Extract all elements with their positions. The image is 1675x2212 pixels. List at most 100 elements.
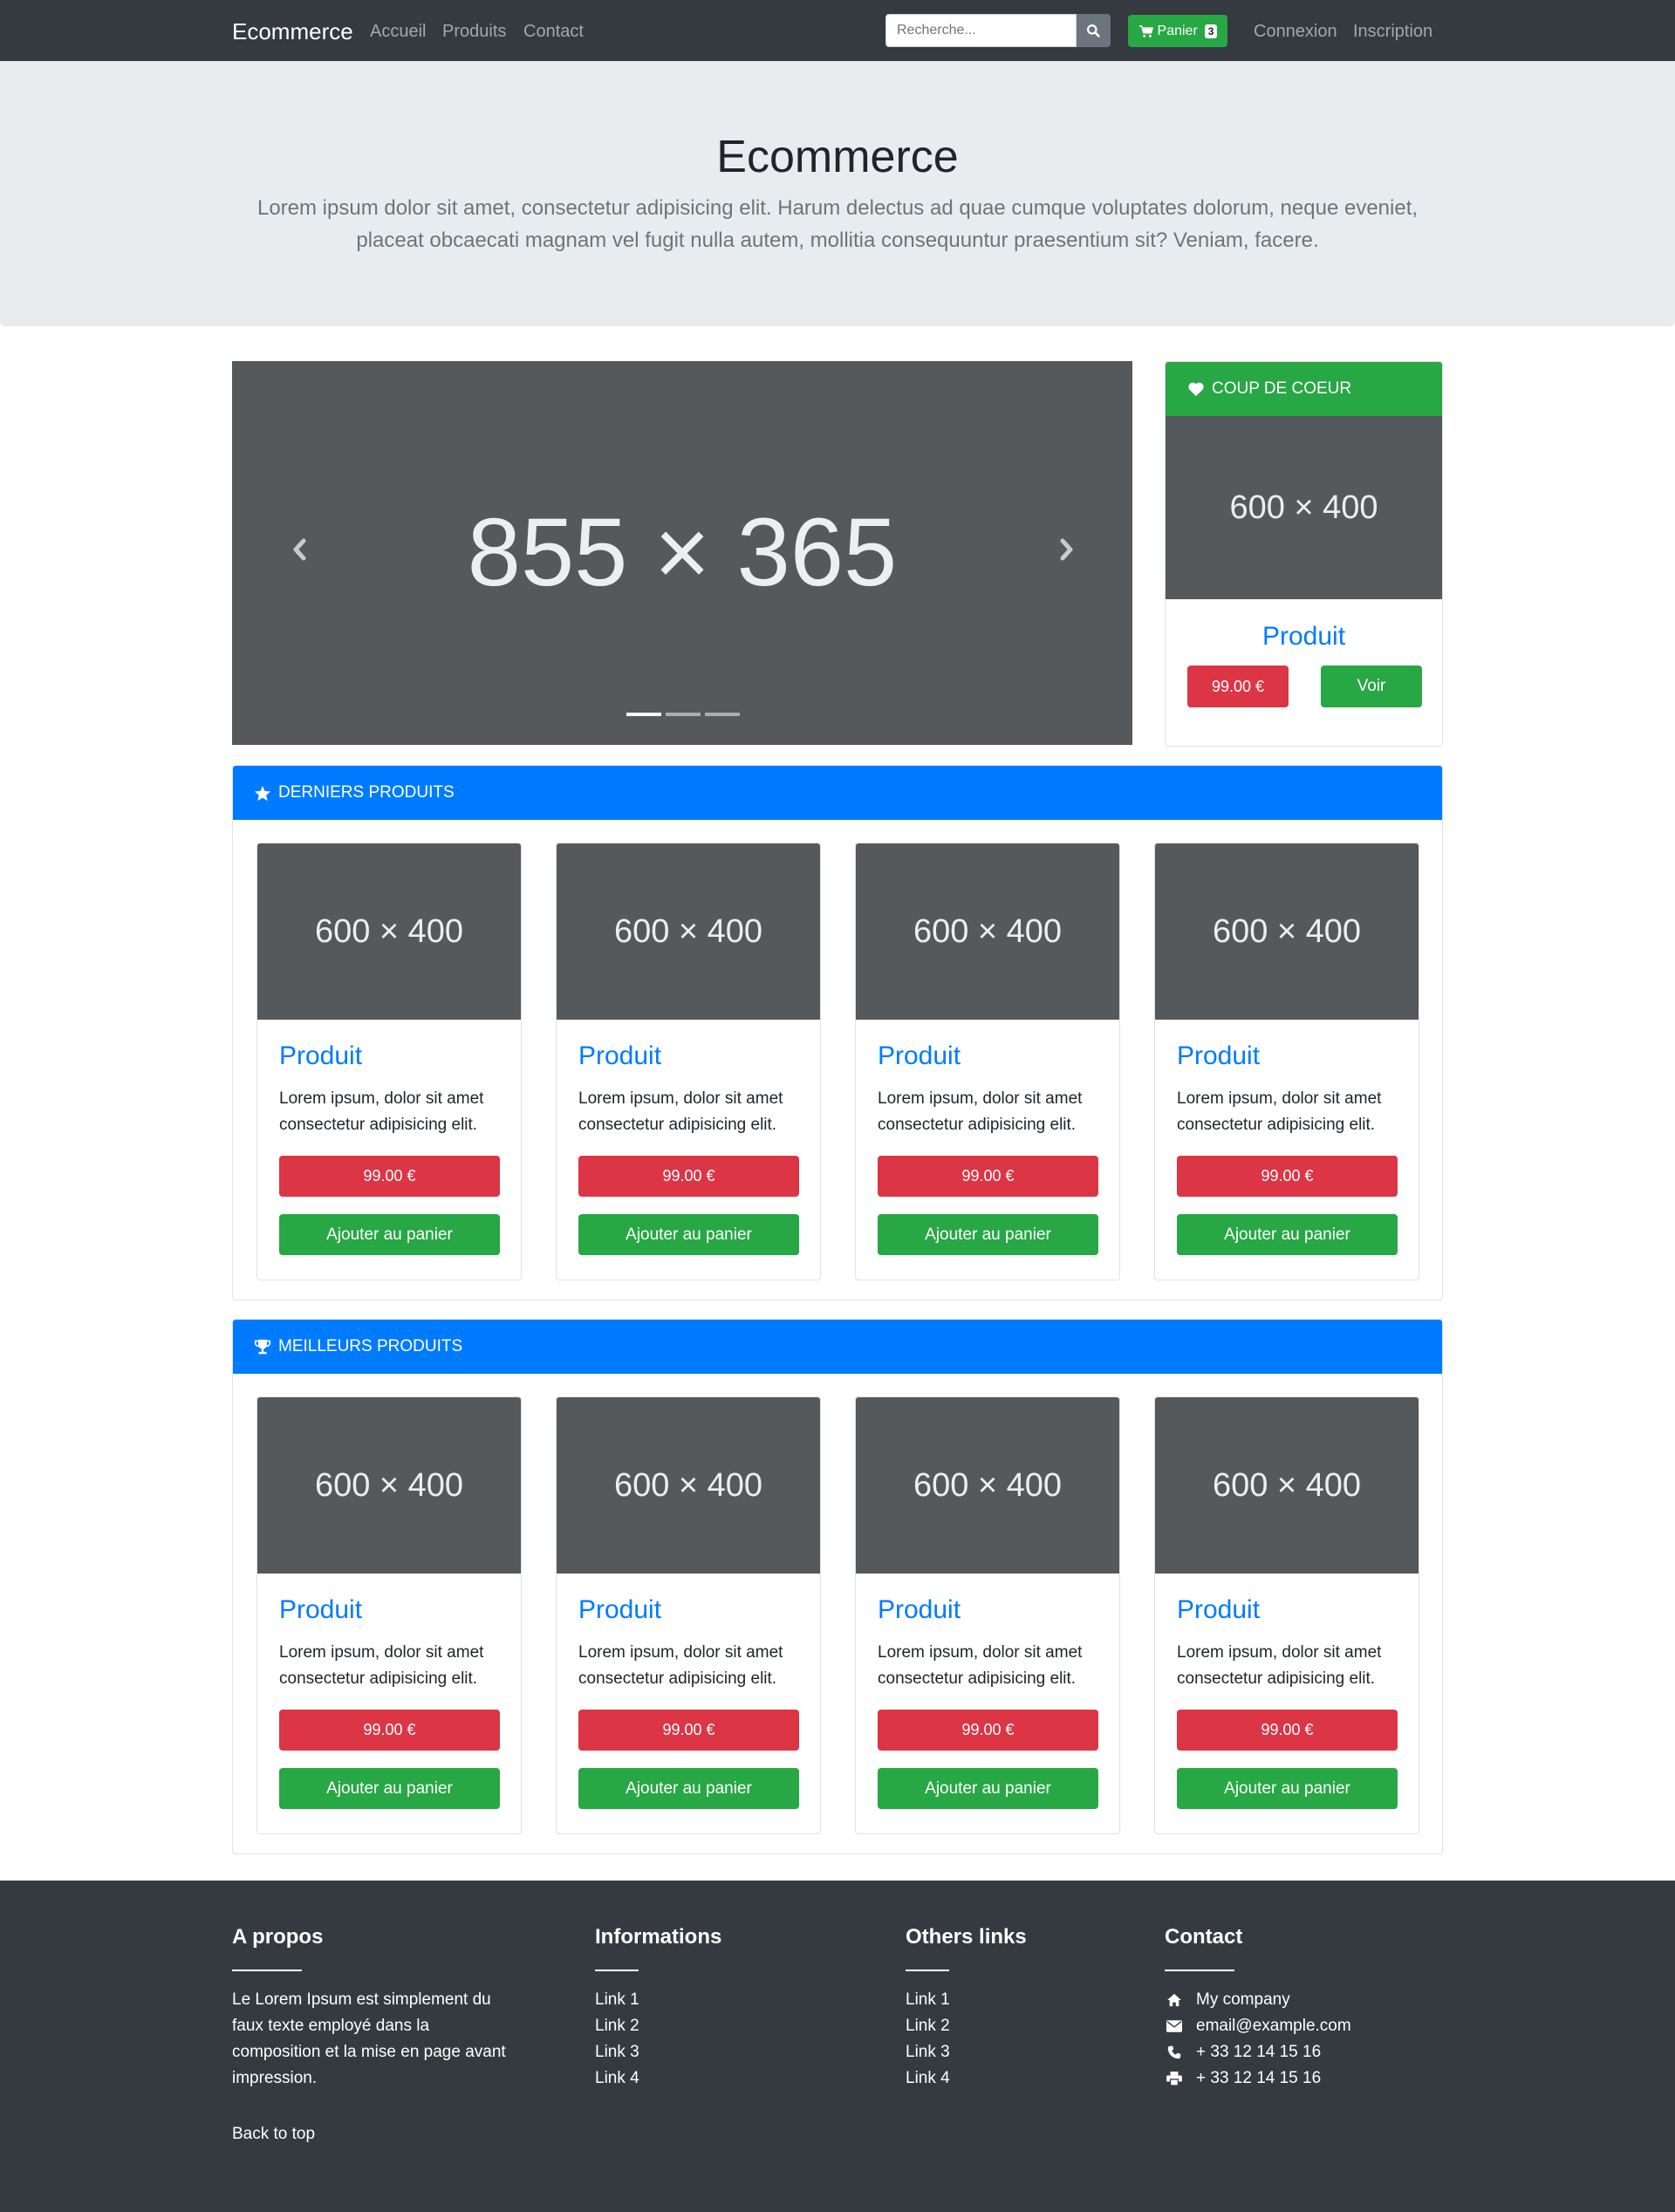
brand-link[interactable]: Ecommerce — [232, 17, 353, 45]
register-link[interactable]: Inscription — [1353, 19, 1432, 44]
product-price: 99.00 € — [279, 1156, 500, 1197]
footer-about-title: A propos — [232, 1925, 324, 1949]
contact-fax-text: + 33 12 14 15 16 — [1196, 2069, 1322, 2087]
phone-icon — [1167, 2045, 1181, 2059]
product-title[interactable]: Produit — [279, 1041, 362, 1072]
add-to-cart-button[interactable]: Ajouter au panier — [878, 1768, 1098, 1809]
add-to-cart-button[interactable]: Ajouter au panier — [578, 1214, 799, 1255]
product-card: 600 × 400 Produit Lorem ipsum, dolor sit… — [855, 1396, 1120, 1834]
hero-jumbotron: Ecommerce Lorem ipsum dolor sit amet, co… — [0, 61, 1675, 326]
product-title[interactable]: Produit — [878, 1041, 961, 1072]
footer-link[interactable]: Link 2 — [595, 2013, 721, 2039]
login-link[interactable]: Connexion — [1254, 19, 1337, 44]
nav-link-contact[interactable]: Contact — [523, 19, 584, 44]
product-price: 99.00 € — [1177, 1710, 1398, 1751]
footer-link[interactable]: Link 3 — [906, 2039, 1027, 2065]
product-price: 99.00 € — [578, 1710, 799, 1751]
carousel-slide-placeholder: 855 × 365 — [467, 499, 898, 606]
nav-link-accueil[interactable]: Accueil — [370, 19, 426, 44]
add-to-cart-button[interactable]: Ajouter au panier — [578, 1768, 799, 1809]
footer-about: A propos Le Lorem Ipsum est simplement d… — [232, 1924, 520, 2092]
product-image: 600 × 400 — [856, 1397, 1119, 1574]
heart-icon — [1188, 382, 1204, 397]
trophy-icon — [254, 1339, 271, 1354]
site-footer: A propos Le Lorem Ipsum est simplement d… — [0, 1881, 1675, 2212]
favorite-price-badge: 99.00 € — [1187, 666, 1289, 707]
product-price: 99.00 € — [878, 1156, 1098, 1197]
footer-link[interactable]: Link 4 — [906, 2065, 1027, 2092]
product-card: 600 × 400 Produit Lorem ipsum, dolor sit… — [256, 843, 522, 1280]
carousel-prev-button[interactable] — [283, 532, 318, 567]
navbar: Ecommerce Accueil Produits Contact Panie… — [0, 0, 1675, 61]
footer-about-text: Le Lorem Ipsum est simplement du faux te… — [232, 1990, 506, 2087]
add-to-cart-button[interactable]: Ajouter au panier — [1177, 1768, 1398, 1809]
footer-informations: Informations Link 1 Link 2 Link 3 Link 4 — [595, 1924, 721, 2092]
product-title[interactable]: Produit — [578, 1594, 661, 1626]
footer-link[interactable]: Link 3 — [595, 2039, 721, 2065]
carousel-next-button[interactable] — [1049, 532, 1084, 567]
product-description: Lorem ipsum, dolor sit amet consectetur … — [279, 1089, 484, 1134]
add-to-cart-button[interactable]: Ajouter au panier — [878, 1214, 1098, 1255]
favorite-header-label: COUP DE COEUR — [1212, 379, 1352, 398]
carousel-indicator-2[interactable] — [666, 713, 701, 716]
contact-phone: + 33 12 14 15 16 — [1165, 2039, 1351, 2065]
carousel-indicator-1[interactable] — [626, 713, 661, 716]
footer-others-title: Others links — [906, 1925, 1027, 1949]
product-title[interactable]: Produit — [578, 1041, 661, 1072]
favorite-product-title[interactable]: Produit — [1166, 622, 1442, 652]
add-to-cart-button[interactable]: Ajouter au panier — [279, 1214, 500, 1255]
footer-divider — [595, 1970, 639, 1971]
product-description: Lorem ipsum, dolor sit amet consectetur … — [279, 1643, 484, 1688]
add-to-cart-button[interactable]: Ajouter au panier — [1177, 1214, 1398, 1255]
favorite-product-image: 600 × 400 — [1166, 416, 1442, 599]
best-products-header: MEILLEURS PRODUITS — [233, 1320, 1442, 1374]
product-title[interactable]: Produit — [1177, 1041, 1260, 1072]
product-price: 99.00 € — [878, 1710, 1098, 1751]
product-price: 99.00 € — [578, 1156, 799, 1197]
favorite-view-button[interactable]: Voir — [1321, 666, 1422, 707]
footer-link[interactable]: Link 4 — [595, 2065, 721, 2092]
product-price: 99.00 € — [1177, 1156, 1398, 1197]
product-image: 600 × 400 — [257, 1397, 521, 1574]
product-card: 600 × 400 Produit Lorem ipsum, dolor sit… — [1154, 843, 1419, 1280]
contact-email-text[interactable]: email@example.com — [1196, 2013, 1351, 2039]
cart-count-badge: 3 — [1204, 24, 1218, 38]
footer-link[interactable]: Link 2 — [906, 2013, 1027, 2039]
product-card: 600 × 400 Produit Lorem ipsum, dolor sit… — [556, 1396, 821, 1834]
footer-link[interactable]: Link 1 — [595, 1987, 721, 2013]
product-image: 600 × 400 — [557, 1397, 820, 1574]
footer-informations-title: Informations — [595, 1925, 722, 1949]
hero-carousel[interactable]: 855 × 365 — [232, 361, 1132, 745]
product-description: Lorem ipsum, dolor sit amet consectetur … — [578, 1089, 783, 1134]
back-to-top-link[interactable]: Back to top — [232, 2125, 315, 2144]
cart-label: Panier — [1157, 23, 1198, 38]
favorite-product-card: COUP DE COEUR 600 × 400 Produit 99.00 € … — [1165, 361, 1443, 747]
print-icon — [1166, 2072, 1182, 2086]
product-price: 99.00 € — [279, 1710, 500, 1751]
cart-button[interactable]: Panier 3 — [1128, 15, 1227, 47]
product-image: 600 × 400 — [1155, 843, 1419, 1020]
contact-fax: + 33 12 14 15 16 — [1165, 2065, 1351, 2092]
shopping-cart-icon — [1138, 24, 1153, 38]
star-icon — [254, 785, 271, 801]
footer-link[interactable]: Link 1 — [906, 1987, 1027, 2013]
product-card: 600 × 400 Produit Lorem ipsum, dolor sit… — [256, 1396, 522, 1834]
contact-company: My company — [1165, 1987, 1351, 2013]
product-title[interactable]: Produit — [878, 1594, 961, 1626]
product-image: 600 × 400 — [557, 843, 820, 1020]
product-description: Lorem ipsum, dolor sit amet consectetur … — [578, 1643, 783, 1688]
search-input[interactable] — [885, 14, 1077, 47]
product-title[interactable]: Produit — [279, 1594, 362, 1626]
footer-contact: Contact My company email@example.com + 3… — [1165, 1924, 1351, 2092]
best-products-section: MEILLEURS PRODUITS 600 × 400 Produit Lor… — [232, 1319, 1443, 1854]
envelope-icon — [1166, 2020, 1182, 2032]
search-button[interactable] — [1077, 14, 1111, 47]
latest-products-header: DERNIERS PRODUITS — [233, 766, 1442, 820]
add-to-cart-button[interactable]: Ajouter au panier — [279, 1768, 500, 1809]
nav-link-produits[interactable]: Produits — [442, 19, 506, 44]
hero-lead: Lorem ipsum dolor sit amet, consectetur … — [256, 196, 1419, 252]
carousel-indicator-3[interactable] — [705, 713, 740, 716]
contact-phone-text: + 33 12 14 15 16 — [1196, 2043, 1322, 2061]
product-title[interactable]: Produit — [1177, 1594, 1260, 1626]
product-card: 600 × 400 Produit Lorem ipsum, dolor sit… — [1154, 1396, 1419, 1834]
